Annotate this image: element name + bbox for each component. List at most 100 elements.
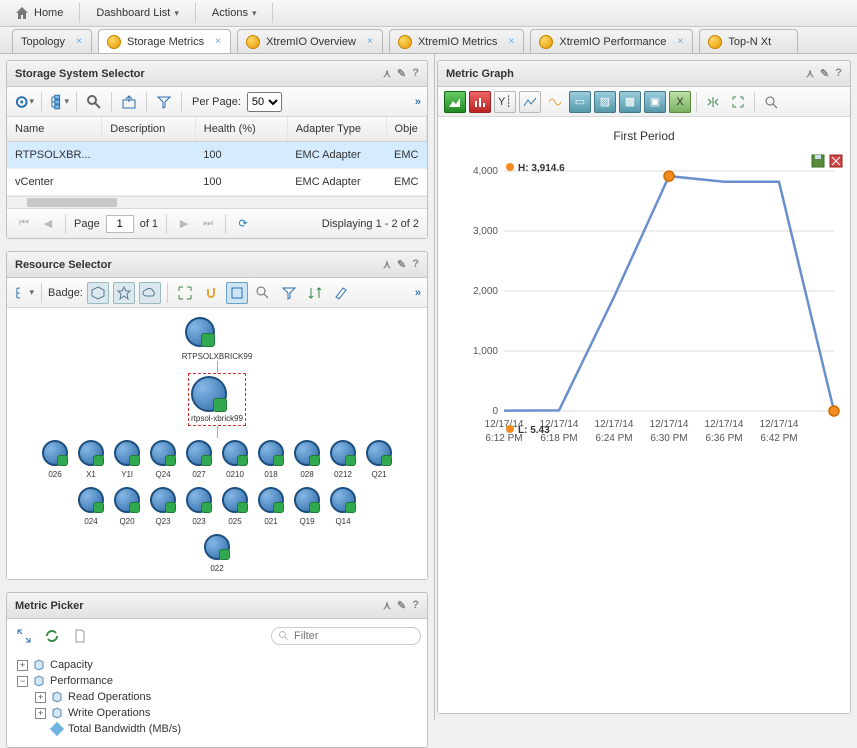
tree-view-icon[interactable]: ▾: [13, 282, 35, 304]
per-page-select[interactable]: 50: [247, 92, 282, 112]
help-icon[interactable]: ?: [412, 67, 419, 80]
area-chart-icon[interactable]: [444, 91, 466, 113]
badge-hexagon-icon[interactable]: [87, 282, 109, 304]
close-icon[interactable]: ×: [212, 36, 224, 48]
child-node[interactable]: 026: [40, 438, 70, 479]
bar-chart-icon[interactable]: [469, 91, 491, 113]
child-node[interactable]: 018: [256, 438, 286, 479]
child-node[interactable]: Q24: [148, 438, 178, 479]
child-node[interactable]: Q19: [292, 485, 322, 526]
actions-menu[interactable]: Actions ▾: [204, 3, 265, 23]
badge-cloud-icon[interactable]: [139, 282, 161, 304]
tree-node-total-bw[interactable]: Total Bandwidth (MB/s): [17, 721, 417, 737]
tool-icon[interactable]: ▨: [594, 91, 616, 113]
collapse-icon[interactable]: ⋏: [383, 258, 391, 271]
wave-icon[interactable]: [544, 91, 566, 113]
selected-node[interactable]: rtpsol-xbrick99: [188, 373, 246, 426]
edit-icon[interactable]: ✎: [820, 67, 829, 80]
overflow-icon[interactable]: »: [415, 96, 421, 108]
col-obj[interactable]: Obje: [386, 117, 426, 142]
child-node[interactable]: 027: [184, 438, 214, 479]
child-node[interactable]: 0212: [328, 438, 358, 479]
page-input[interactable]: [106, 215, 134, 233]
next-page-icon[interactable]: ▶: [175, 215, 193, 233]
col-name[interactable]: Name: [7, 117, 102, 142]
tree-node-read-ops[interactable]: + Read Operations: [17, 689, 417, 705]
help-icon[interactable]: ?: [412, 599, 419, 612]
tab-xtremio-performance[interactable]: XtremIO Performance ×: [530, 29, 693, 53]
child-node[interactable]: 021: [256, 485, 286, 526]
close-icon[interactable]: ×: [674, 36, 686, 48]
edit-icon[interactable]: ✎: [397, 258, 406, 271]
edit-icon[interactable]: ✎: [397, 599, 406, 612]
child-node[interactable]: Q14: [328, 485, 358, 526]
topology-view[interactable]: RTPSOLXBRICK99 rtpsol-xbrick99 026X1Y1lQ…: [7, 308, 427, 579]
tab-topology[interactable]: Topology ×: [12, 29, 92, 53]
cycle-icon[interactable]: [41, 625, 63, 647]
close-icon[interactable]: ×: [505, 36, 517, 48]
close-icon[interactable]: ×: [364, 36, 376, 48]
filter-input-wrap[interactable]: [271, 627, 421, 645]
close-icon[interactable]: ×: [73, 36, 85, 48]
zoom-icon[interactable]: [252, 282, 274, 304]
expand-all-icon[interactable]: [13, 625, 35, 647]
tool-icon[interactable]: ▩: [619, 91, 641, 113]
excel-icon[interactable]: X: [669, 91, 691, 113]
dashboard-list-menu[interactable]: Dashboard List ▾: [88, 3, 187, 23]
sort-icon[interactable]: [304, 282, 326, 304]
select-icon[interactable]: [226, 282, 248, 304]
child-node[interactable]: Q20: [112, 485, 142, 526]
y-axis-icon[interactable]: Y┊: [494, 91, 516, 113]
help-icon[interactable]: ?: [835, 67, 842, 80]
tool-icon[interactable]: ▣: [644, 91, 666, 113]
tree-node-performance[interactable]: − Performance: [17, 673, 417, 689]
tree-view-icon[interactable]: ▾: [48, 91, 70, 113]
table-row[interactable]: vCenter 100 EMC Adapter EMC: [7, 169, 427, 196]
child-node[interactable]: 025: [220, 485, 250, 526]
save-icon[interactable]: [810, 153, 826, 169]
export-icon[interactable]: [118, 91, 140, 113]
gear-icon[interactable]: ▾: [13, 91, 35, 113]
tree-node-write-ops[interactable]: + Write Operations: [17, 705, 417, 721]
refresh-icon[interactable]: ⟳: [234, 215, 252, 233]
collapse-icon[interactable]: ⋏: [806, 67, 814, 80]
fit-icon[interactable]: [174, 282, 196, 304]
delete-icon[interactable]: [828, 153, 844, 169]
tab-xtremio-overview[interactable]: XtremIO Overview ×: [237, 29, 383, 53]
collapse-icon[interactable]: ⋏: [383, 599, 391, 612]
tab-top-n[interactable]: Top-N Xt: [699, 29, 798, 53]
child-node[interactable]: 024: [76, 485, 106, 526]
split-icon[interactable]: [702, 91, 724, 113]
child-node[interactable]: Y1l: [112, 438, 142, 479]
tab-storage-metrics[interactable]: Storage Metrics ×: [98, 29, 231, 53]
collapse-icon[interactable]: ⋏: [383, 67, 391, 80]
pan-icon[interactable]: [200, 282, 222, 304]
chart-area[interactable]: First Period 01,0002,0003,0004,00012/17/…: [438, 117, 850, 713]
tree-node-capacity[interactable]: + Capacity: [17, 657, 417, 673]
filter-icon[interactable]: [153, 91, 175, 113]
expand-icon[interactable]: +: [35, 692, 46, 703]
col-health[interactable]: Health (%): [195, 117, 287, 142]
child-node[interactable]: Q23: [148, 485, 178, 526]
horizontal-scrollbar[interactable]: [7, 196, 427, 208]
zoom-icon[interactable]: [760, 91, 782, 113]
child-node[interactable]: 022: [202, 532, 232, 573]
document-icon[interactable]: [69, 625, 91, 647]
child-node[interactable]: Q21: [364, 438, 394, 479]
expand-icon[interactable]: +: [35, 708, 46, 719]
col-adapter[interactable]: Adapter Type: [287, 117, 386, 142]
child-node[interactable]: 023: [184, 485, 214, 526]
overflow-icon[interactable]: »: [415, 287, 421, 299]
last-page-icon[interactable]: ⏭: [199, 215, 217, 233]
root-node[interactable]: [182, 314, 218, 350]
highlighter-icon[interactable]: [330, 282, 352, 304]
child-node[interactable]: X1: [76, 438, 106, 479]
child-node[interactable]: 028: [292, 438, 322, 479]
tool-icon[interactable]: ▭: [569, 91, 591, 113]
prev-page-icon[interactable]: ◀: [39, 215, 57, 233]
home-menu[interactable]: Home: [6, 1, 71, 25]
edit-icon[interactable]: ✎: [397, 67, 406, 80]
child-node[interactable]: 0210: [220, 438, 250, 479]
search-icon[interactable]: [83, 91, 105, 113]
first-page-icon[interactable]: ⏮: [15, 215, 33, 233]
